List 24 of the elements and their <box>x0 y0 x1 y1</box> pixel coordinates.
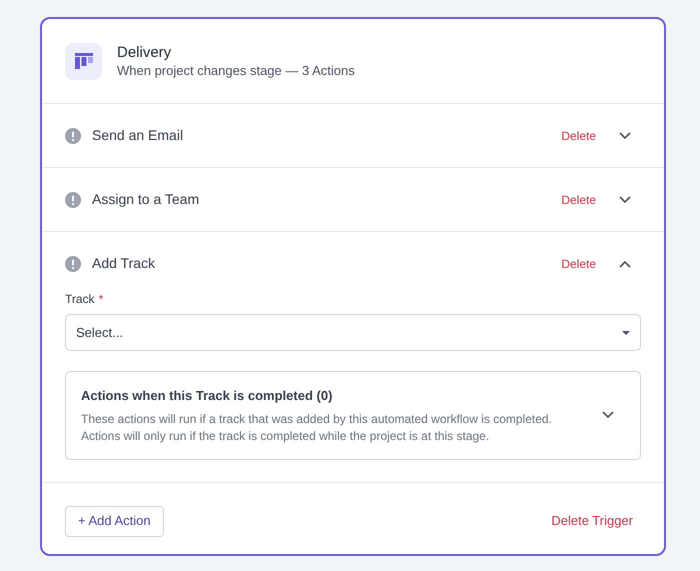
action-title: Assign to a Team <box>92 190 200 209</box>
warning-icon <box>65 256 81 272</box>
action-title: Send an Email <box>92 126 184 145</box>
expand-icon[interactable] <box>619 132 631 140</box>
trigger-subtitle: When project changes stage — 3 Actions <box>117 62 355 79</box>
delete-trigger-link[interactable]: Delete Trigger <box>551 511 633 531</box>
select-field[interactable]: Select... <box>65 314 641 351</box>
add-action-button[interactable]: + Add Action <box>65 506 164 536</box>
expand-icon[interactable] <box>619 196 631 204</box>
collapse-icon[interactable] <box>619 260 631 268</box>
field-label: Track <box>65 291 95 308</box>
delete-link[interactable]: Delete <box>561 254 596 272</box>
warning-icon <box>65 128 81 144</box>
action-title: Add Track <box>92 254 156 273</box>
dropdown-caret-icon <box>622 330 630 334</box>
subpanel-title: Actions when this Track is completed (0) <box>81 387 334 405</box>
warning-icon <box>65 192 81 208</box>
delete-link[interactable]: Delete <box>561 190 596 208</box>
delete-link[interactable]: Delete <box>561 126 596 144</box>
expand-icon[interactable] <box>602 411 614 420</box>
board-icon <box>65 42 102 80</box>
trigger-title: Delivery <box>117 43 172 62</box>
required-mark: * <box>98 291 104 308</box>
subpanel-description: These actions will run if a track that was added by this automated workflow is completed. Actions will only run if the track is completed while the project is at this stage. <box>81 410 553 444</box>
